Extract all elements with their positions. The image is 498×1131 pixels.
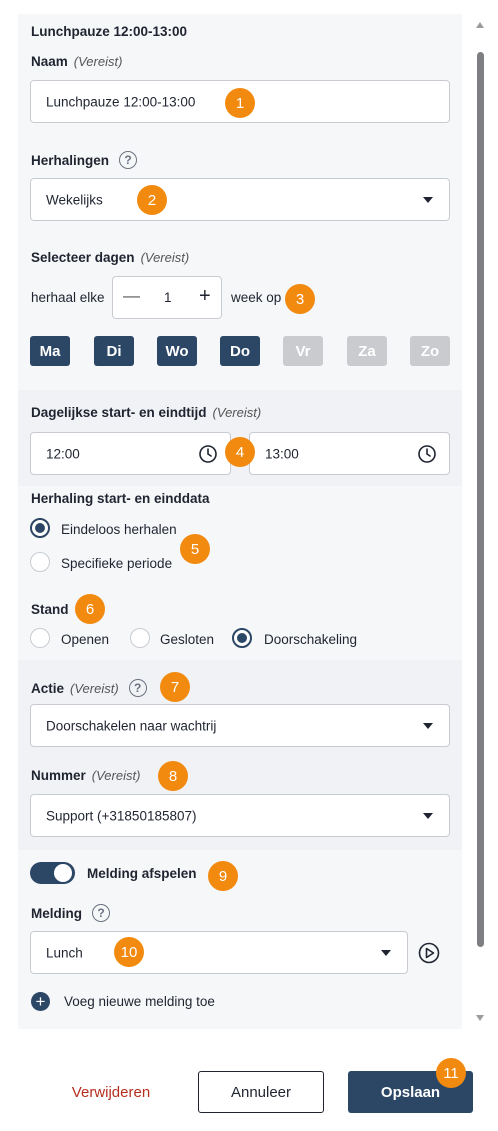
scrollbar-thumb[interactable] [477, 52, 484, 947]
annotation-badge: 1 [225, 88, 255, 118]
interval-value[interactable]: 1 [164, 290, 172, 305]
repeat-every-label: herhaal elke [31, 290, 105, 305]
message-select[interactable]: Lunch [30, 931, 408, 974]
play-message-toggle[interactable] [30, 862, 75, 884]
clock-icon[interactable] [417, 444, 437, 464]
day-di-button[interactable]: Di [94, 336, 134, 366]
annotation-badge: 5 [180, 534, 210, 564]
annotation-badge: 9 [208, 861, 238, 891]
repeat-label: Herhalingen ? [31, 151, 138, 169]
toggle-knob [54, 864, 72, 882]
end-time-input[interactable]: 13:00 [249, 432, 450, 475]
open-radio[interactable] [30, 628, 50, 648]
help-icon[interactable]: ? [128, 679, 147, 697]
scroll-down-icon[interactable] [476, 1015, 484, 1021]
add-icon[interactable]: + [31, 992, 50, 1011]
scroll-up-icon[interactable] [476, 22, 484, 28]
forward-radio[interactable] [232, 628, 252, 648]
endless-label[interactable]: Eindeloos herhalen [61, 522, 177, 537]
chevron-down-icon [423, 812, 433, 819]
play-message-label: Melding afspelen [87, 866, 197, 881]
repeat-select[interactable]: Wekelijks [30, 178, 450, 221]
name-label: Naam (Vereist) [31, 54, 123, 69]
page-title: Lunchpauze 12:00-13:00 [31, 24, 188, 39]
annotation-badge: 3 [285, 284, 315, 314]
closed-radio[interactable] [130, 628, 150, 648]
play-icon[interactable] [418, 942, 440, 964]
annotation-badge: 11 [436, 1058, 466, 1088]
interval-stepper[interactable]: — 1 + [112, 276, 222, 319]
plus-button[interactable]: + [199, 285, 211, 308]
annotation-badge: 10 [114, 937, 144, 967]
specific-period-label[interactable]: Specifieke periode [61, 556, 172, 571]
chevron-down-icon [381, 949, 391, 956]
days-label: Selecteer dagen (Vereist) [31, 250, 190, 265]
action-select[interactable]: Doorschakelen naar wachtrij [30, 704, 450, 747]
start-time-input[interactable]: 12:00 [30, 432, 231, 475]
annotation-badge: 4 [225, 437, 255, 467]
day-za-button[interactable]: Za [347, 336, 387, 366]
open-label[interactable]: Openen [61, 632, 109, 647]
clock-icon[interactable] [198, 444, 218, 464]
day-vr-button[interactable]: Vr [283, 336, 323, 366]
help-icon[interactable]: ? [92, 904, 110, 922]
forward-label[interactable]: Doorschakeling [264, 632, 357, 647]
delete-button[interactable]: Verwijderen [52, 1071, 170, 1113]
times-label: Dagelijkse start- en eindtijd (Vereist) [31, 405, 262, 420]
day-zo-button[interactable]: Zo [410, 336, 450, 366]
closed-label[interactable]: Gesloten [160, 632, 214, 647]
annotation-badge: 2 [137, 185, 167, 215]
day-ma-button[interactable]: Ma [30, 336, 70, 366]
endless-radio[interactable] [30, 518, 50, 538]
week-on-label: week op [231, 290, 282, 305]
day-do-button[interactable]: Do [220, 336, 260, 366]
chevron-down-icon [423, 722, 433, 729]
stand-label: Stand [31, 602, 69, 617]
dates-label: Herhaling start- en einddata [31, 491, 210, 506]
number-label: Nummer (Vereist) [31, 768, 141, 783]
action-label: Actie (Vereist) ? [31, 679, 147, 697]
cancel-button[interactable]: Annuleer [198, 1071, 324, 1113]
number-select[interactable]: Support (+31850185807) [30, 794, 450, 837]
add-message-link[interactable]: Voeg nieuwe melding toe [64, 994, 215, 1009]
help-icon[interactable]: ? [119, 151, 138, 169]
annotation-badge: 8 [158, 761, 188, 791]
chevron-down-icon [423, 196, 433, 203]
annotation-badge: 7 [160, 672, 190, 702]
minus-button[interactable]: — [123, 286, 140, 306]
specific-period-radio[interactable] [30, 552, 50, 572]
message-label: Melding ? [31, 904, 110, 922]
day-wo-button[interactable]: Wo [157, 336, 197, 366]
annotation-badge: 6 [75, 594, 105, 624]
